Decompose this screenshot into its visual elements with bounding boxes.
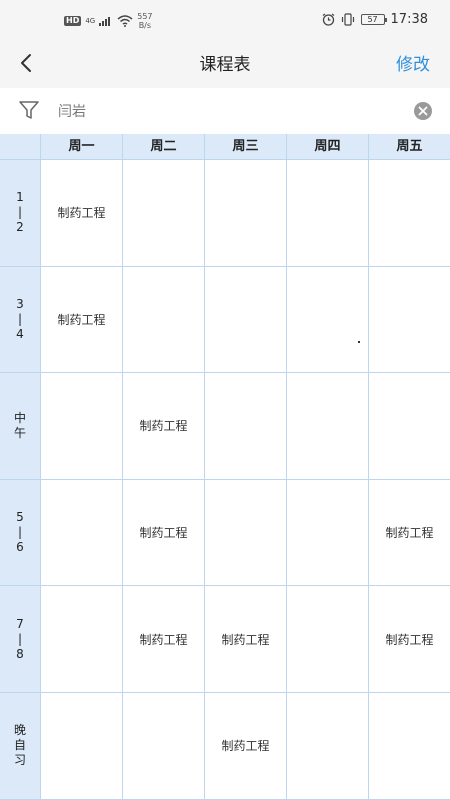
timetable-cell[interactable]	[286, 160, 368, 267]
status-right: 57 17:38	[322, 12, 428, 27]
timetable-cell[interactable]	[122, 266, 204, 374]
edit-button[interactable]: 修改	[396, 50, 430, 75]
timetable-cell[interactable]	[204, 160, 286, 267]
period-label: 7 | 8	[0, 586, 40, 693]
timetable-cell[interactable]	[204, 479, 286, 587]
day-header-thu: 周四	[286, 134, 368, 160]
timetable-cell[interactable]: 制药工程	[204, 586, 286, 693]
day-header-mon: 周一	[40, 134, 122, 160]
timetable-cell[interactable]	[204, 373, 286, 480]
signal-icon	[99, 17, 111, 26]
period-label: 中 午	[0, 373, 40, 480]
timetable-cell[interactable]	[368, 160, 450, 267]
timetable-cell[interactable]	[286, 266, 368, 374]
page-title: 课程表	[199, 55, 251, 75]
alarm-icon	[322, 13, 334, 26]
period-label-text: 1 | 2	[16, 190, 24, 235]
period-label-text: 晚 自 习	[13, 723, 26, 768]
timetable-cell[interactable]: 制药工程	[368, 479, 450, 587]
day-header-tue: 周二	[122, 134, 204, 160]
course-name: 制药工程	[139, 419, 188, 434]
timetable-cell[interactable]	[286, 586, 368, 693]
timetable-cell[interactable]	[40, 586, 122, 693]
course-name: 制药工程	[385, 526, 434, 541]
timetable-cell[interactable]	[40, 693, 122, 800]
net-speed: 557 B/s	[137, 12, 152, 30]
day-header-wed: 周三	[204, 134, 286, 160]
title-bar: 课程表 修改	[0, 42, 450, 88]
status-bar: HD 4G 557 B/s 57 17:38	[0, 0, 450, 42]
clear-icon[interactable]	[414, 102, 432, 120]
course-name: 制药工程	[57, 206, 106, 221]
day-header-row: 周一 周二 周三 周四 周五	[0, 134, 450, 160]
battery-indicator: 57	[360, 14, 387, 25]
timetable-cell[interactable]	[204, 266, 286, 374]
timetable-cell[interactable]	[286, 479, 368, 587]
period-label: 3 | 4	[0, 266, 40, 374]
wifi-icon	[117, 15, 133, 27]
timetable-cell[interactable]	[368, 373, 450, 480]
timetable-cell[interactable]: 制药工程	[40, 160, 122, 267]
timetable-cell[interactable]: 制药工程	[122, 479, 204, 587]
timetable-cell[interactable]	[368, 693, 450, 800]
header-corner	[0, 134, 40, 160]
period-label: 晚 自 习	[0, 693, 40, 800]
timetable-cell[interactable]: 制药工程	[122, 586, 204, 693]
vibrate-icon	[341, 13, 354, 26]
period-label-text: 3 | 4	[16, 296, 24, 341]
net-speed-value: 557	[137, 12, 153, 21]
timetable-cell[interactable]	[122, 693, 204, 800]
course-name: 制药工程	[221, 739, 270, 754]
status-left: HD 4G 557 B/s	[64, 12, 153, 30]
timetable-cell[interactable]: 制药工程	[40, 266, 122, 374]
timetable-cell[interactable]: 制药工程	[368, 586, 450, 693]
course-name: 制药工程	[139, 526, 188, 541]
timetable-cell[interactable]	[122, 160, 204, 267]
day-header-fri: 周五	[368, 134, 450, 160]
timetable-cell[interactable]	[286, 693, 368, 800]
timetable-cell[interactable]: 制药工程	[122, 373, 204, 480]
timetable-grid: 周一 周二 周三 周四 周五 1 | 2 制药工程 3 | 4 制药工程中 午制药工程…	[0, 134, 450, 800]
hd-badge: HD	[64, 16, 82, 26]
course-name: 制药工程	[57, 312, 106, 327]
clock: 17:38	[390, 12, 428, 27]
course-name: 制药工程	[221, 632, 270, 647]
course-name: 制药工程	[385, 632, 434, 647]
period-label: 5 | 6	[0, 479, 40, 587]
network-type: 4G	[85, 17, 96, 25]
net-speed-unit: B/s	[138, 21, 152, 30]
filter-icon[interactable]	[18, 99, 40, 121]
period-label-text: 7 | 8	[16, 616, 24, 661]
filter-bar: 闫岩	[0, 88, 450, 134]
timetable-cell[interactable]: 制药工程	[204, 693, 286, 800]
course-name: 制药工程	[139, 632, 188, 647]
period-label-text: 中 午	[13, 410, 26, 440]
period-label: 1 | 2	[0, 160, 40, 267]
period-label-text: 5 | 6	[16, 510, 24, 555]
timetable-cell[interactable]	[40, 479, 122, 587]
timetable-cell[interactable]	[368, 266, 450, 374]
timetable-cell[interactable]	[40, 373, 122, 480]
timetable-cell[interactable]	[286, 373, 368, 480]
filter-value[interactable]: 闫岩	[58, 101, 86, 121]
